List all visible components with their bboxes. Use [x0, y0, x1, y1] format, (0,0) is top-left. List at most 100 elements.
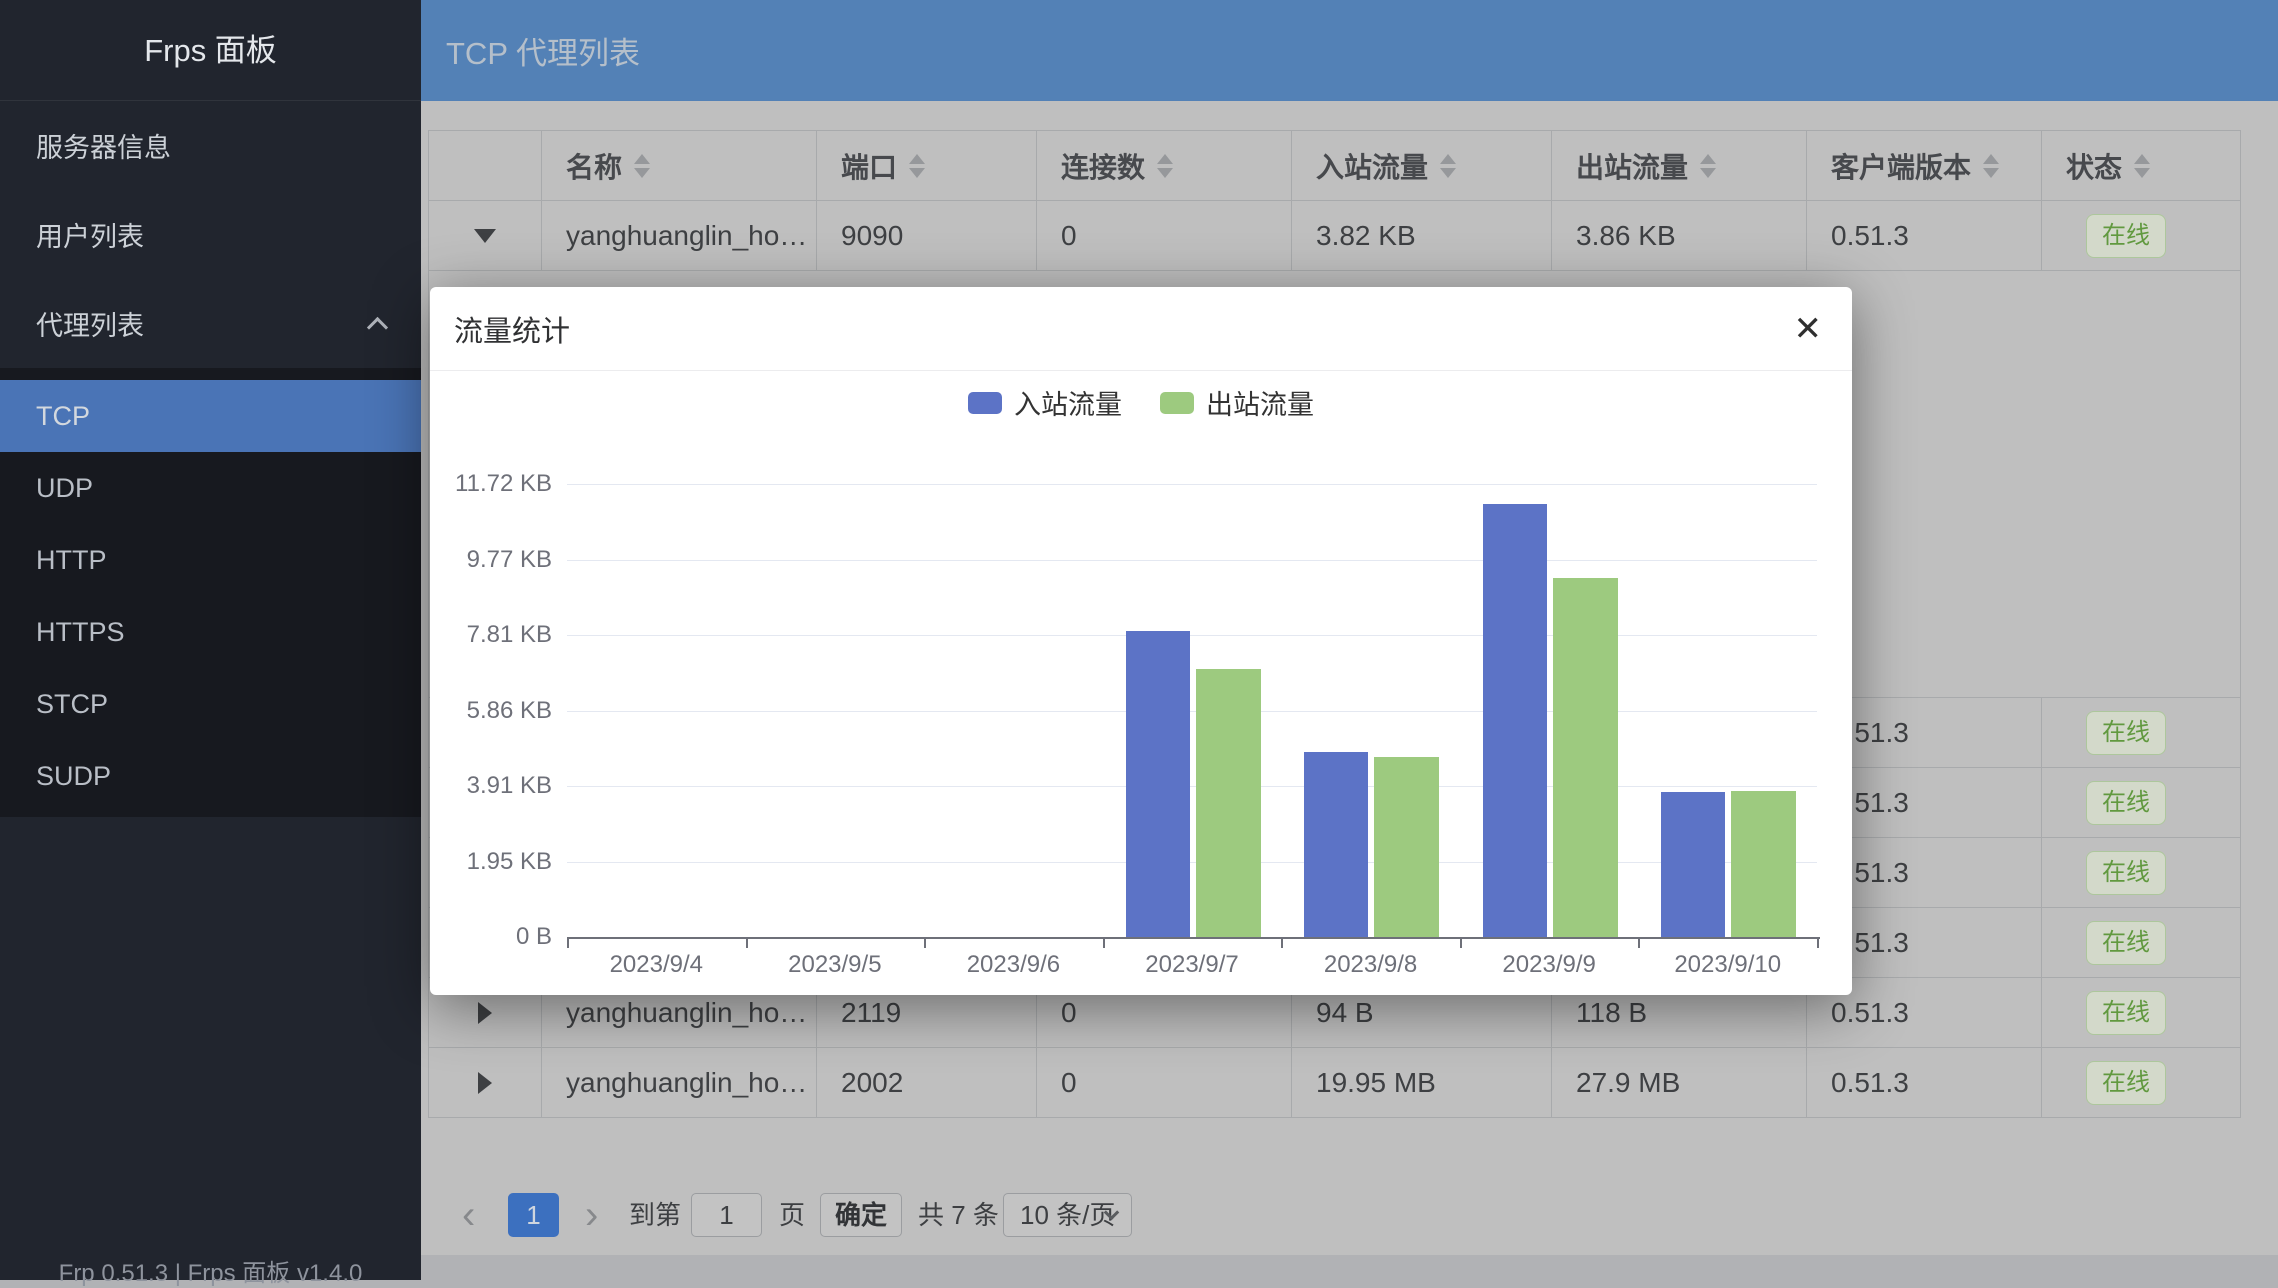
confirm-button[interactable]: 确定 — [820, 1193, 902, 1237]
y-axis-label: 5.86 KB — [430, 697, 552, 725]
goto-unit-label: 页 — [779, 1193, 805, 1237]
sidebar-item-0[interactable]: 服务器信息 — [0, 101, 421, 190]
goto-page-input[interactable] — [691, 1193, 762, 1237]
sidebar-subitem-sudp[interactable]: SUDP — [0, 740, 421, 812]
bar-outbound-2023/9/10 — [1731, 791, 1796, 937]
next-page-button[interactable]: › — [585, 1193, 598, 1237]
x-axis-label: 2023/9/6 — [923, 951, 1103, 979]
bar-inbound-2023/9/9 — [1483, 504, 1547, 937]
total-count-label: 共 7 条 — [918, 1193, 999, 1237]
cell-status: 在线 — [2042, 1048, 2241, 1118]
cell-status: 在线 — [2042, 838, 2241, 908]
sidebar-subitem-http[interactable]: HTTP — [0, 524, 421, 596]
page-title: TCP 代理列表 — [446, 28, 640, 73]
header-cell-status[interactable]: 状态 — [2042, 131, 2241, 201]
expand-arrow-right-icon — [478, 1002, 492, 1024]
table-row: yanghuanglin_ho…2002019.95 MB27.9 MB0.51… — [429, 1048, 2241, 1118]
header-cell-traffic_in[interactable]: 入站流量 — [1292, 131, 1552, 201]
y-axis-label: 7.81 KB — [430, 621, 552, 649]
cell-traffic_in: 3.82 KB — [1292, 201, 1552, 271]
axis-tick — [1817, 939, 1819, 948]
sidebar-subitem-udp[interactable]: UDP — [0, 452, 421, 524]
sidebar-menu: 服务器信息用户列表代理列表 TCPUDPHTTPHTTPSSTCPSUDP — [0, 101, 421, 817]
sidebar-subitem-tcp[interactable]: TCP — [0, 380, 421, 452]
table-row: yanghuanglin_ho…909003.82 KB3.86 KB0.51.… — [429, 201, 2241, 271]
cell-version: 0.51.3 — [1807, 201, 2042, 271]
axis-tick — [1103, 939, 1105, 948]
bar-inbound-2023/9/10 — [1661, 792, 1725, 937]
version-footer: Frp 0.51.3 | Frps 面板 v1.4.0 — [0, 1253, 421, 1288]
x-axis-line — [567, 937, 1820, 939]
sidebar-item-1[interactable]: 用户列表 — [0, 190, 421, 279]
axis-tick — [1281, 939, 1283, 948]
cell-status: 在线 — [2042, 908, 2241, 978]
prev-page-button[interactable]: ‹ — [462, 1193, 475, 1237]
status-badge: 在线 — [2086, 214, 2166, 258]
cell-traffic_out: 27.9 MB — [1552, 1048, 1807, 1118]
x-axis-label: 2023/9/9 — [1459, 951, 1639, 979]
y-axis-label: 11.72 KB — [430, 470, 552, 498]
cell-name: yanghuanglin_ho… — [542, 201, 817, 271]
column-label: 连接数 — [1061, 146, 1145, 186]
sort-icon[interactable] — [1700, 154, 1716, 178]
status-badge: 在线 — [2086, 711, 2166, 755]
status-badge: 在线 — [2086, 1061, 2166, 1105]
sort-icon[interactable] — [1157, 154, 1173, 178]
status-badge: 在线 — [2086, 781, 2166, 825]
sidebar: Frps 面板 服务器信息用户列表代理列表TCPUDPHTTPHTTPSSTCP… — [0, 0, 421, 1280]
sort-icon[interactable] — [1440, 154, 1456, 178]
sort-icon[interactable] — [909, 154, 925, 178]
sidebar-subitem-stcp[interactable]: STCP — [0, 668, 421, 740]
header-cell-port[interactable]: 端口 — [817, 131, 1037, 201]
x-axis-label: 2023/9/7 — [1102, 951, 1282, 979]
x-axis-label: 2023/9/5 — [745, 951, 925, 979]
axis-tick — [1638, 939, 1640, 948]
page-size-select[interactable]: 10 条/页 — [1003, 1193, 1132, 1237]
cell-status: 在线 — [2042, 698, 2241, 768]
bar-outbound-2023/9/9 — [1553, 578, 1618, 937]
current-page-button[interactable]: 1 — [508, 1193, 559, 1237]
header-cell-traffic_out[interactable]: 出站流量 — [1552, 131, 1807, 201]
gridline — [567, 635, 1817, 636]
y-axis-label: 3.91 KB — [430, 772, 552, 800]
sort-icon[interactable] — [1983, 154, 1999, 178]
sidebar-item-label: 代理列表 — [36, 304, 144, 343]
expand-toggle[interactable] — [429, 1048, 542, 1118]
sidebar-item-label: 用户列表 — [36, 215, 144, 254]
header-cell-connections[interactable]: 连接数 — [1037, 131, 1292, 201]
cell-connections: 0 — [1037, 201, 1292, 271]
cell-version: 0.51.3 — [1807, 1048, 2042, 1118]
axis-tick — [567, 939, 569, 948]
cell-status: 在线 — [2042, 768, 2241, 838]
column-label: 状态 — [2066, 146, 2122, 186]
sidebar-subitem-https[interactable]: HTTPS — [0, 596, 421, 668]
cell-connections: 0 — [1037, 1048, 1292, 1118]
sort-icon[interactable] — [634, 154, 650, 178]
column-label: 端口 — [841, 146, 897, 186]
bar-inbound-2023/9/8 — [1304, 752, 1368, 937]
pagination: ‹ 1 › 到第 页 确定 共 7 条 10 条/页 — [421, 1193, 2278, 1241]
status-badge: 在线 — [2086, 851, 2166, 895]
sort-icon[interactable] — [2134, 154, 2150, 178]
gridline — [567, 560, 1817, 561]
header-cell-name[interactable]: 名称 — [542, 131, 817, 201]
cell-port: 2002 — [817, 1048, 1037, 1118]
gridline — [567, 711, 1817, 712]
expand-arrow-right-icon — [478, 1072, 492, 1094]
gridline — [567, 862, 1817, 863]
x-axis-label: 2023/9/10 — [1638, 951, 1818, 979]
header-cell-expand — [429, 131, 542, 201]
cell-status: 在线 — [2042, 978, 2241, 1048]
gridline — [567, 786, 1817, 787]
cell-name: yanghuanglin_ho… — [542, 1048, 817, 1118]
header-cell-version[interactable]: 客户端版本 — [1807, 131, 2042, 201]
expand-toggle[interactable] — [429, 201, 542, 271]
axis-tick — [746, 939, 748, 948]
cell-status: 在线 — [2042, 201, 2241, 271]
y-axis-label: 1.95 KB — [430, 848, 552, 876]
sidebar-item-2[interactable]: 代理列表 — [0, 279, 421, 368]
column-label: 名称 — [566, 146, 622, 186]
expand-arrow-down-icon — [474, 229, 496, 243]
cell-port: 9090 — [817, 201, 1037, 271]
axis-tick — [1460, 939, 1462, 948]
